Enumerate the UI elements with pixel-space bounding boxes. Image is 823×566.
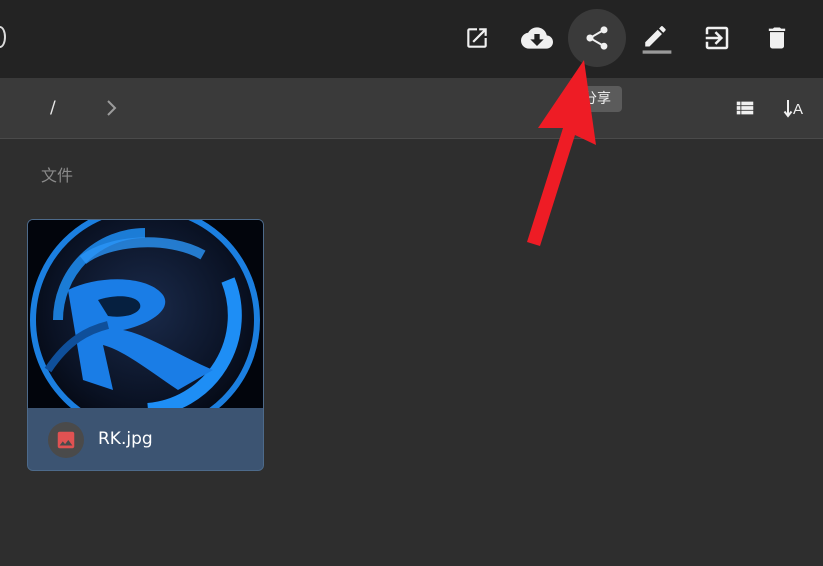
path-bar: / A [0, 78, 823, 139]
sort-alpha-icon: A [783, 100, 803, 118]
file-name: RK.jpg [98, 429, 153, 449]
share-icon [586, 26, 608, 50]
breadcrumb-root[interactable]: / [50, 96, 56, 120]
file-thumbnail [28, 220, 263, 435]
move-to-icon [705, 26, 729, 50]
file-card-rk-jpg[interactable]: RK.jpg [27, 219, 264, 471]
files-section-title: 文件 [41, 166, 74, 185]
share-button[interactable] [568, 9, 626, 67]
sort-button[interactable]: A [781, 94, 811, 122]
open-in-new-icon [467, 28, 487, 48]
list-view-icon [736, 101, 754, 115]
share-tooltip: 分享 [572, 86, 622, 112]
sort-letter: A [793, 101, 803, 118]
partial-edge-icon [0, 26, 6, 48]
move-button[interactable] [688, 9, 746, 67]
pencil-icon [642, 26, 672, 54]
chevron-right-icon [101, 96, 121, 124]
list-view-button[interactable] [731, 94, 759, 122]
download-button[interactable] [508, 9, 566, 67]
logo-thumbnail-image [28, 220, 263, 435]
file-footer: RK.jpg [28, 408, 263, 470]
cloud-download-icon [521, 27, 553, 49]
open-in-new-button[interactable] [448, 9, 506, 67]
trash-icon [768, 27, 786, 49]
image-file-type-badge [48, 422, 84, 458]
image-icon [57, 431, 75, 449]
top-toolbar [0, 0, 823, 78]
delete-button[interactable] [748, 9, 806, 67]
rename-button[interactable] [628, 9, 686, 67]
